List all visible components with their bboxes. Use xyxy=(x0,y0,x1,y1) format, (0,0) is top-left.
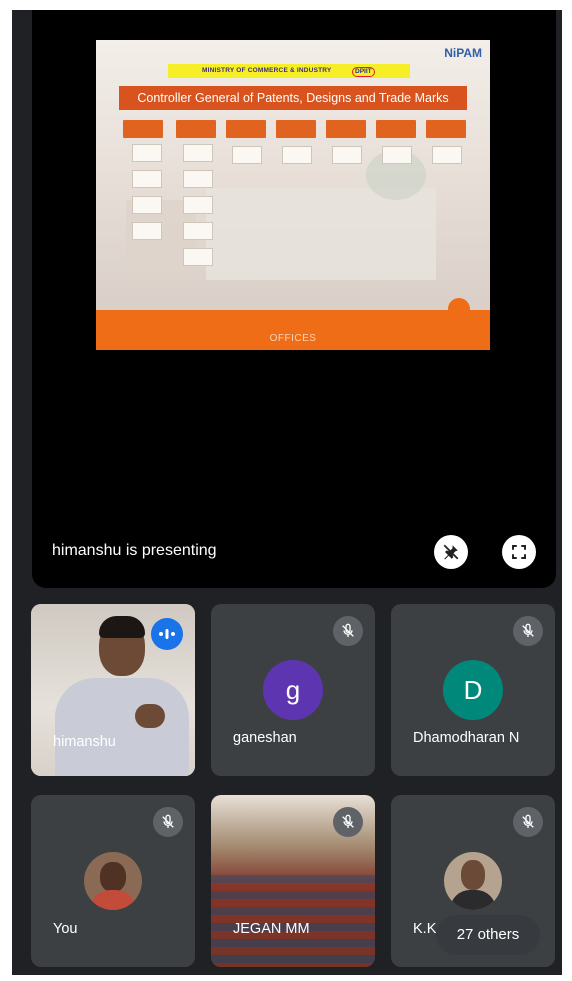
muted-indicator xyxy=(513,807,543,837)
slide-sub-box xyxy=(232,146,262,164)
muted-indicator xyxy=(153,807,183,837)
slide-sub-box xyxy=(183,170,213,188)
avatar xyxy=(444,852,502,910)
audio-level-icon xyxy=(159,629,175,639)
participant-name: You xyxy=(53,921,78,937)
person-hand xyxy=(135,704,165,728)
participant-tile-himanshu[interactable]: himanshu xyxy=(31,604,195,776)
nipam-logo: NiPAM xyxy=(444,46,482,60)
slide-sub-box xyxy=(132,196,162,214)
muted-indicator xyxy=(513,616,543,646)
slide-sub-box xyxy=(183,248,213,266)
slide-office-box xyxy=(376,120,416,138)
person-body xyxy=(55,678,189,776)
fullscreen-button[interactable] xyxy=(502,535,536,569)
avatar-shirt xyxy=(90,890,136,910)
avatar-face xyxy=(461,860,485,890)
mic-off-icon xyxy=(342,814,354,828)
muted-indicator xyxy=(333,807,363,837)
participant-tile-you[interactable]: You xyxy=(31,795,195,967)
unpin-button[interactable] xyxy=(434,535,468,569)
mic-off-icon xyxy=(522,814,534,828)
slide-sub-box xyxy=(282,146,312,164)
avatar-face xyxy=(100,862,126,892)
slide-office-box xyxy=(426,120,466,138)
slide-sub-box xyxy=(132,222,162,240)
slide-sub-box xyxy=(432,146,462,164)
slide-building xyxy=(206,188,436,280)
person-hair xyxy=(99,616,145,638)
participant-name: K.K xyxy=(413,921,437,937)
participant-tile-jegan[interactable]: JEGAN MM xyxy=(211,795,375,967)
participant-name: himanshu xyxy=(53,734,116,750)
mic-off-icon xyxy=(522,623,534,637)
slide-office-box xyxy=(123,120,163,138)
slide-corner-dot xyxy=(448,298,470,320)
participant-tile-dhamodharan[interactable]: D Dhamodharan N xyxy=(391,604,555,776)
slide-sub-box xyxy=(183,222,213,240)
others-button[interactable]: 27 others xyxy=(436,915,540,955)
slide-dpiit-label: DPIIT xyxy=(352,67,375,77)
presenting-label: himanshu is presenting xyxy=(52,542,217,559)
slide-office-box xyxy=(326,120,366,138)
speaking-indicator xyxy=(151,618,183,650)
avatar: D xyxy=(443,660,503,720)
pin-off-icon xyxy=(443,544,459,560)
participant-tile-ganeshan[interactable]: g ganeshan xyxy=(211,604,375,776)
fullscreen-icon xyxy=(512,545,526,559)
slide-office-box xyxy=(226,120,266,138)
slide-sub-box xyxy=(382,146,412,164)
participant-name: Dhamodharan N xyxy=(413,730,520,746)
participant-name: JEGAN MM xyxy=(233,921,310,937)
slide-sub-box xyxy=(132,170,162,188)
slide-sub-box xyxy=(132,144,162,162)
mic-off-icon xyxy=(342,623,354,637)
avatar: g xyxy=(263,660,323,720)
shared-slide: NiPAM MINISTRY OF COMMERCE & INDUSTRY DP… xyxy=(96,40,490,350)
slide-sub-box xyxy=(332,146,362,164)
slide-title: Controller General of Patents, Designs a… xyxy=(119,86,467,110)
avatar xyxy=(84,852,142,910)
slide-office-box xyxy=(276,120,316,138)
slide-sub-box xyxy=(183,144,213,162)
avatar-shirt xyxy=(450,890,496,910)
muted-indicator xyxy=(333,616,363,646)
slide-office-box xyxy=(176,120,216,138)
slide-sub-box xyxy=(183,196,213,214)
mic-off-icon xyxy=(162,814,174,828)
participant-name: ganeshan xyxy=(233,730,297,746)
slide-offices-bar: OFFICES xyxy=(96,310,490,350)
